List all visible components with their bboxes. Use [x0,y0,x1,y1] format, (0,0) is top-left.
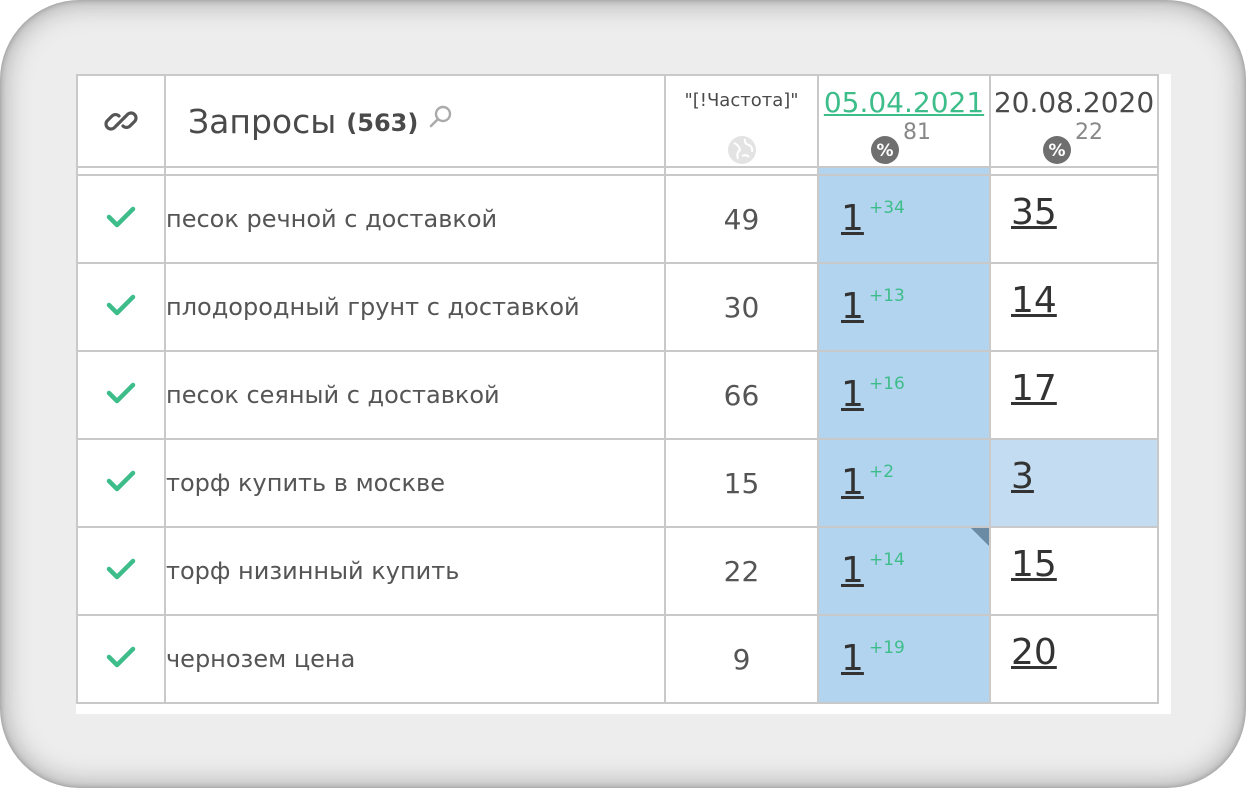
position-link[interactable]: 14 [1011,280,1057,321]
query-text: торф низинный купить [164,526,666,616]
percent-icon: % [1043,136,1071,164]
globe-icon [728,136,756,164]
position-cell-1[interactable]: 1 +13 [817,262,991,352]
position-cell-1[interactable]: 1 +2 [817,438,991,528]
header-separator [76,166,1159,176]
date-percent-2: 22 [1075,120,1103,145]
queries-table: Запросы (563) "[!Частота]" 05.04.2021 % … [76,74,1159,704]
link-icon [104,111,138,131]
position-link[interactable]: 3 [1011,456,1034,497]
table-row[interactable]: торф низинный купить 22 1 +14 15 [76,526,1159,616]
date-column-header-1[interactable]: 05.04.2021 % 81 [817,74,991,168]
check-icon [106,206,136,228]
svg-text:%: % [876,141,893,161]
row-check[interactable] [76,350,166,440]
query-text: песок речной с доставкой [164,174,666,264]
position-link[interactable]: 20 [1011,632,1057,673]
check-icon [106,558,136,580]
position-link[interactable]: 1 [841,462,864,503]
date-link-1[interactable]: 05.04.2021 [819,86,989,119]
position-link[interactable]: 1 [841,374,864,415]
position-cell-2[interactable]: 17 [989,350,1159,440]
position-delta: +34 [869,198,905,218]
frequency-value: 22 [664,526,819,616]
row-check[interactable] [76,262,166,352]
position-link[interactable]: 1 [841,286,864,327]
date-column-header-2[interactable]: 20.08.2020 % 22 [989,74,1159,168]
position-link[interactable]: 1 [841,198,864,239]
table-row[interactable]: чернозем цена 9 1 +19 20 [76,614,1159,704]
frequency-value: 30 [664,262,819,352]
table-row[interactable]: торф купить в москве 15 1 +2 3 [76,438,1159,528]
position-cell-1[interactable]: 1 +34 [817,174,991,264]
query-text: чернозем цена [164,614,666,704]
position-cell-1[interactable]: 1 +14 [817,526,991,616]
frequency-value: 15 [664,438,819,528]
check-icon [106,382,136,404]
svg-text:%: % [1048,141,1065,161]
queries-title: Запросы [188,101,337,141]
position-cell-1[interactable]: 1 +19 [817,614,991,704]
row-check[interactable] [76,174,166,264]
link-column-header[interactable] [76,74,166,168]
position-cell-2[interactable]: 20 [989,614,1159,704]
position-cell-2[interactable]: 15 [989,526,1159,616]
row-check[interactable] [76,438,166,528]
check-icon [106,646,136,668]
frequency-value: 9 [664,614,819,704]
table-row[interactable]: плодородный грунт с доставкой 30 1 +13 1… [76,262,1159,352]
position-delta: +13 [869,286,905,306]
query-text: плодородный грунт с доставкой [164,262,666,352]
position-cell-2[interactable]: 3 [989,438,1159,528]
queries-count: (563) [346,109,419,137]
header-row: Запросы (563) "[!Частота]" 05.04.2021 % … [76,74,1159,168]
position-link[interactable]: 15 [1011,544,1057,585]
frequency-label: "[!Частота]" [684,90,799,111]
table-row[interactable]: песок речной с доставкой 49 1 +34 35 [76,174,1159,264]
query-text: песок сеяный с доставкой [164,350,666,440]
frequency-column-header[interactable]: "[!Частота]" [664,74,819,168]
position-link[interactable]: 1 [841,638,864,679]
query-text: торф купить в москве [164,438,666,528]
date-percent-1: 81 [903,120,931,145]
frequency-value: 66 [664,350,819,440]
search-icon[interactable] [428,104,454,130]
position-cell-1[interactable]: 1 +16 [817,350,991,440]
frequency-value: 49 [664,174,819,264]
queries-column-header[interactable]: Запросы (563) [164,74,666,168]
position-link[interactable]: 17 [1011,368,1057,409]
position-link[interactable]: 35 [1011,192,1057,233]
row-check[interactable] [76,614,166,704]
table-row[interactable]: песок сеяный с доставкой 66 1 +16 17 [76,350,1159,440]
corner-marker-icon [971,528,989,546]
position-link[interactable]: 1 [841,550,864,591]
position-delta: +2 [869,462,895,482]
date-label-2[interactable]: 20.08.2020 [991,86,1157,119]
percent-icon: % [871,136,899,164]
position-cell-2[interactable]: 14 [989,262,1159,352]
position-delta: +14 [869,550,905,570]
position-cell-2[interactable]: 35 [989,174,1159,264]
position-delta: +16 [869,374,905,394]
check-icon [106,470,136,492]
check-icon [106,294,136,316]
position-delta: +19 [869,638,905,658]
row-check[interactable] [76,526,166,616]
